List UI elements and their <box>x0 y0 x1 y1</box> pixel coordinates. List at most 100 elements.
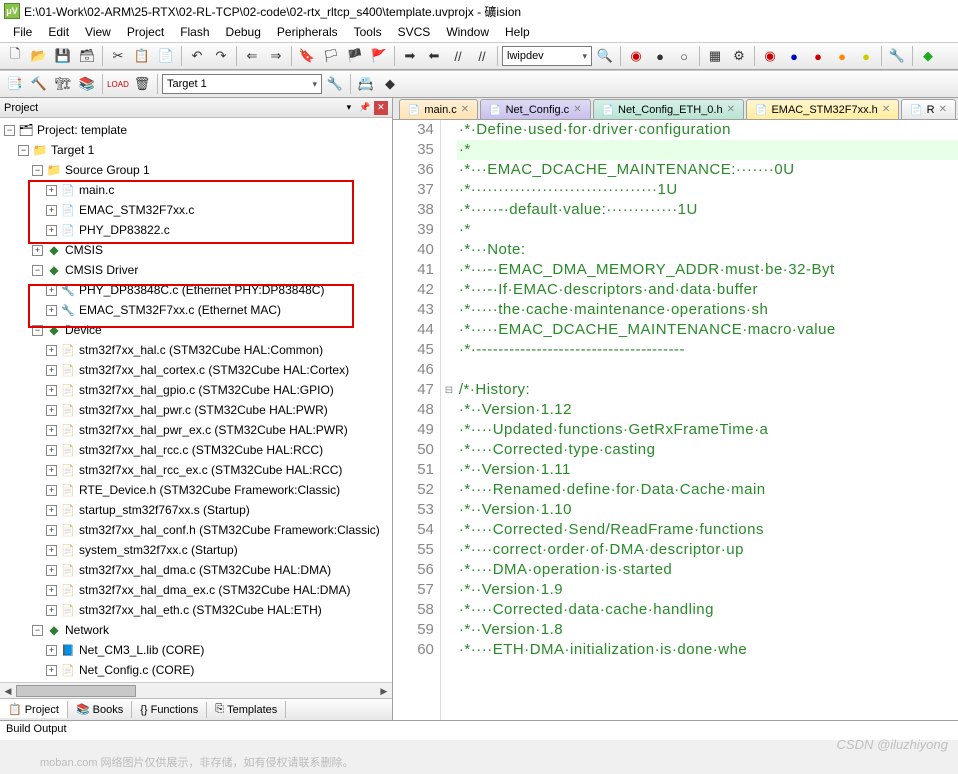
tree-expander-icon[interactable]: + <box>46 665 57 676</box>
menu-view[interactable]: View <box>78 23 118 41</box>
pane-pin-icon[interactable]: 📌 <box>358 101 372 115</box>
tree-file[interactable]: +stm32f7xx_hal_dma_ex.c (STM32Cube HAL:D… <box>0 580 392 600</box>
tree-file[interactable]: +Net_CM3_L.lib (CORE) <box>0 640 392 660</box>
red-icon[interactable]: ● <box>807 45 829 67</box>
tree-file[interactable]: +EMAC_STM32F7xx.c <box>0 200 392 220</box>
bookmark-prev-icon[interactable]: 🏳 <box>320 45 342 67</box>
tree-expander-icon[interactable]: + <box>46 425 57 436</box>
forward-icon[interactable]: ⇒ <box>265 45 287 67</box>
tree-group[interactable]: −Network <box>0 620 392 640</box>
tree-expander-icon[interactable]: + <box>46 205 57 216</box>
fold-marker[interactable] <box>441 180 457 200</box>
close-icon[interactable]: ✕ <box>939 104 947 115</box>
fold-marker[interactable] <box>441 600 457 620</box>
breakpoint-disable-icon[interactable]: ○ <box>673 45 695 67</box>
tree-expander-icon[interactable]: + <box>46 605 57 616</box>
tree-expander-icon[interactable]: + <box>46 565 57 576</box>
tree-root[interactable]: −Project: template <box>0 120 392 140</box>
tree-file[interactable]: +stm32f7xx_hal_eth.c (STM32Cube HAL:ETH) <box>0 600 392 620</box>
find-icon[interactable]: 🔍 <box>594 45 616 67</box>
menu-peripherals[interactable]: Peripherals <box>270 23 345 41</box>
editor-tab[interactable]: EMAC_STM32F7xx.h✕ <box>746 99 899 119</box>
close-icon[interactable]: ✕ <box>882 104 890 115</box>
tree-expander-icon[interactable]: − <box>32 265 43 276</box>
editor-tab[interactable]: main.c✕ <box>399 99 478 119</box>
fold-marker[interactable]: ⊟ <box>441 380 457 400</box>
outdent-icon[interactable]: ⬅ <box>423 45 445 67</box>
editor-body[interactable]: 3435363738394041424344454647484950515253… <box>393 120 958 720</box>
pane-close-icon[interactable]: ✕ <box>374 101 388 115</box>
tree-file[interactable]: +stm32f7xx_hal_cortex.c (STM32Cube HAL:C… <box>0 360 392 380</box>
tree-scrollbar-h[interactable]: ◀ ▶ <box>0 682 392 698</box>
uncomment-icon[interactable]: // <box>471 45 493 67</box>
open-icon[interactable]: 📂 <box>28 45 50 67</box>
bottom-tab-functions[interactable]: {}Functions <box>132 702 207 718</box>
manage-icon[interactable]: 📇 <box>355 73 377 95</box>
fold-marker[interactable] <box>441 520 457 540</box>
scroll-thumb[interactable] <box>16 685 136 697</box>
tree-file[interactable]: +system_stm32f7xx.c (Startup) <box>0 540 392 560</box>
fold-marker[interactable] <box>441 160 457 180</box>
bottom-tab-books[interactable]: 📚Books <box>68 701 132 718</box>
menu-edit[interactable]: Edit <box>41 23 76 41</box>
fold-marker[interactable] <box>441 340 457 360</box>
fold-marker[interactable] <box>441 580 457 600</box>
target-options-icon[interactable]: 🔧 <box>324 73 346 95</box>
code-area[interactable]: ·*·Define·used·for·driver·configuration·… <box>457 120 958 720</box>
fold-marker[interactable] <box>441 280 457 300</box>
fold-column[interactable]: ⊟ <box>441 120 457 720</box>
fold-marker[interactable] <box>441 500 457 520</box>
tree-file[interactable]: +stm32f7xx_hal_pwr.c (STM32Cube HAL:PWR) <box>0 400 392 420</box>
fold-marker[interactable] <box>441 540 457 560</box>
target-combo[interactable]: Target 1 <box>162 74 322 94</box>
tree-expander-icon[interactable]: + <box>46 405 57 416</box>
bookmark-next-icon[interactable]: 🏴 <box>344 45 366 67</box>
fold-marker[interactable] <box>441 120 457 140</box>
copy-icon[interactable]: 📋 <box>131 45 153 67</box>
yellow-icon[interactable]: ● <box>855 45 877 67</box>
menu-tools[interactable]: Tools <box>347 23 389 41</box>
tree-group[interactable]: −Source Group 1 <box>0 160 392 180</box>
tree-expander-icon[interactable]: − <box>32 165 43 176</box>
fold-marker[interactable] <box>441 220 457 240</box>
tree-expander-icon[interactable]: + <box>46 525 57 536</box>
tree-expander-icon[interactable]: + <box>46 225 57 236</box>
tree-file[interactable]: +PHY_DP83822.c <box>0 220 392 240</box>
menu-debug[interactable]: Debug <box>219 23 268 41</box>
download-icon[interactable]: LOAD <box>107 73 129 95</box>
tree-file[interactable]: +PHY_DP83848C.c (Ethernet PHY:DP83848C) <box>0 280 392 300</box>
tree-file[interactable]: +stm32f7xx_hal_pwr_ex.c (STM32Cube HAL:P… <box>0 420 392 440</box>
tree-expander-icon[interactable]: + <box>46 485 57 496</box>
bottom-tab-project[interactable]: 📋Project <box>0 701 68 718</box>
tree-file[interactable]: +stm32f7xx_hal_rcc_ex.c (STM32Cube HAL:R… <box>0 460 392 480</box>
tree-expander-icon[interactable]: + <box>32 245 43 256</box>
tree-expander-icon[interactable]: + <box>46 465 57 476</box>
fold-marker[interactable] <box>441 560 457 580</box>
build-icon[interactable]: 🔨 <box>28 73 50 95</box>
scroll-right-icon[interactable]: ▶ <box>376 683 392 699</box>
tree-file[interactable]: +startup_stm32f767xx.s (Startup) <box>0 500 392 520</box>
fold-marker[interactable] <box>441 460 457 480</box>
fold-marker[interactable] <box>441 200 457 220</box>
orange-icon[interactable]: ● <box>831 45 853 67</box>
tool2-icon[interactable]: ● <box>783 45 805 67</box>
tree-file[interactable]: +RTE_Device.h (STM32Cube Framework:Class… <box>0 480 392 500</box>
fold-marker[interactable] <box>441 420 457 440</box>
pane-menu-icon[interactable]: ▾ <box>342 101 356 115</box>
translate-icon[interactable]: 📑 <box>4 73 26 95</box>
tree-expander-icon[interactable]: − <box>32 625 43 636</box>
editor-tab[interactable]: Net_Config.c✕ <box>480 99 590 119</box>
breakpoint-icon[interactable]: ● <box>649 45 671 67</box>
tree-group[interactable]: +CMSIS <box>0 240 392 260</box>
tool1-icon[interactable]: ◉ <box>759 45 781 67</box>
tree-group[interactable]: −Device <box>0 320 392 340</box>
fold-marker[interactable] <box>441 480 457 500</box>
tree-expander-icon[interactable]: + <box>46 545 57 556</box>
tree-expander-icon[interactable]: + <box>46 305 57 316</box>
redo-icon[interactable]: ↷ <box>210 45 232 67</box>
find-combo[interactable]: lwipdev <box>502 46 592 66</box>
fold-marker[interactable] <box>441 260 457 280</box>
green-diamond-icon[interactable]: ◆ <box>917 45 939 67</box>
tree-file[interactable]: +main.c <box>0 180 392 200</box>
tree-expander-icon[interactable]: − <box>18 145 29 156</box>
